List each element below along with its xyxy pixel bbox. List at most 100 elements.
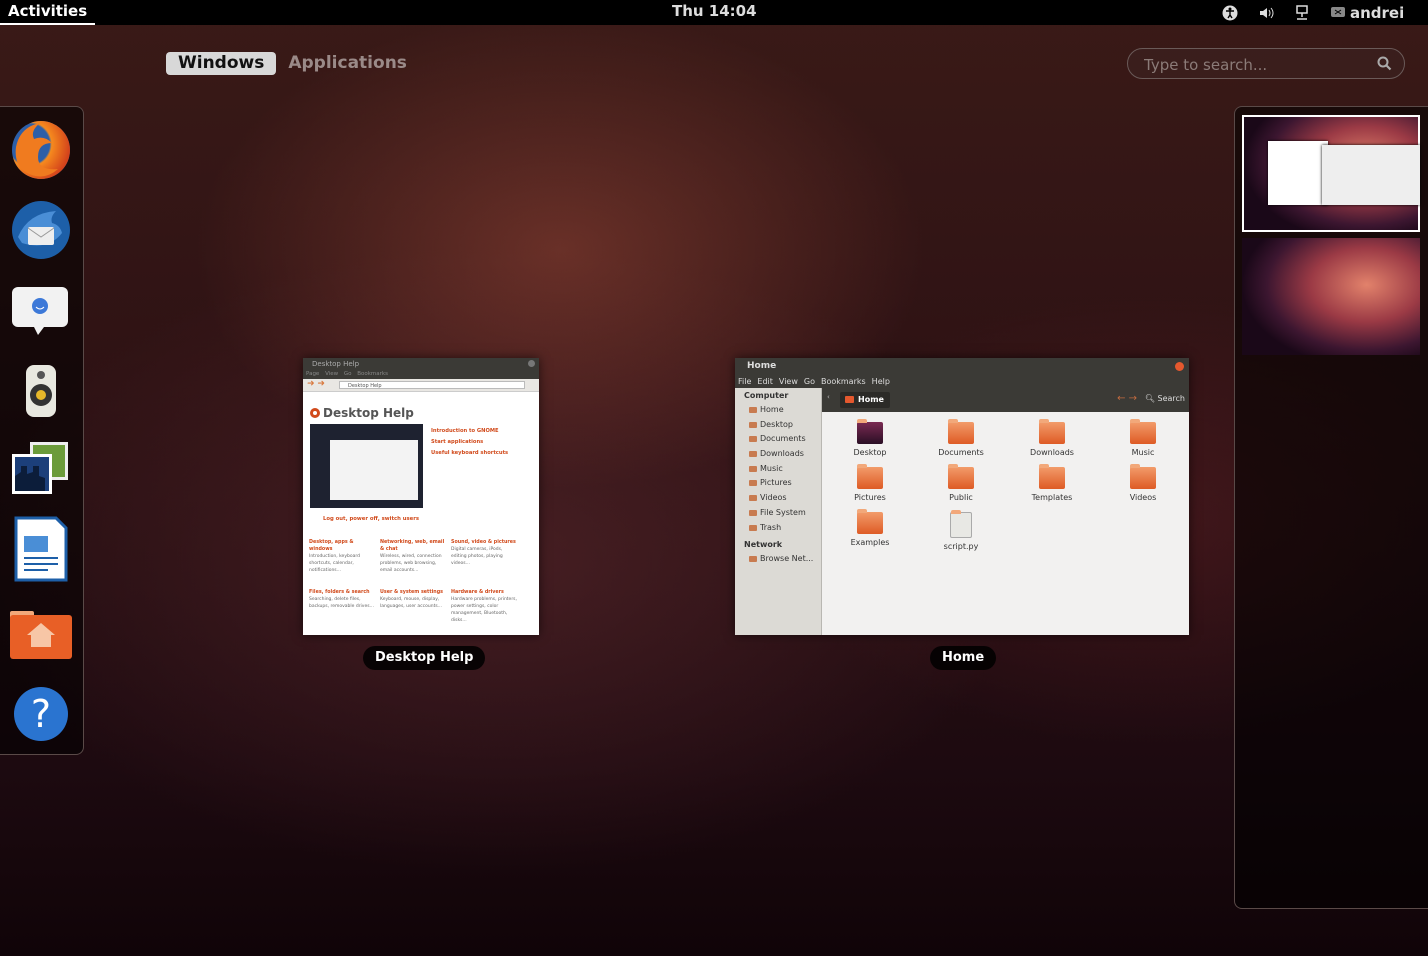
workspace-1[interactable] [1242, 115, 1420, 232]
menu-bar: Page View Go Bookmarks [303, 370, 539, 379]
help-section: User & system settings Keyboard, mouse, d… [380, 590, 443, 609]
folder-icon [857, 509, 883, 534]
sidebar-item: Browse Net... [735, 552, 821, 567]
window-title: Home [747, 361, 777, 371]
shotwell-icon[interactable] [8, 438, 74, 504]
window-caption-home[interactable]: Home [930, 646, 997, 670]
sidebar-item: File System [735, 506, 821, 521]
rhythmbox-icon[interactable] [8, 359, 74, 425]
libreoffice-writer-icon[interactable] [8, 516, 74, 582]
accessibility-icon[interactable] [1222, 5, 1238, 21]
back-forward-icon: ➜ ➜ [307, 379, 325, 389]
menu-item: Help [871, 377, 890, 386]
menu-item: View [778, 377, 798, 386]
sidebar-item: Pictures [735, 476, 821, 491]
sidebar-item: Music [735, 462, 821, 477]
empathy-icon[interactable] [8, 279, 74, 345]
window-title: Desktop Help [312, 360, 360, 368]
sidebar-item: Home [735, 403, 821, 418]
file-item: Music [1103, 419, 1183, 457]
help-section: Networking, web, email & chat Wireless, w… [380, 540, 445, 573]
folder-icon [1039, 419, 1065, 444]
chevron-left-icon: ‹ [827, 393, 830, 401]
file-grid: Desktop Documents Downloads Music Pictur… [822, 412, 1189, 635]
search-box [1127, 48, 1405, 79]
menu-item: Edit [757, 377, 773, 386]
lifebuoy-icon [310, 408, 320, 418]
menu-item: Bookmarks [820, 377, 866, 386]
file-item: Templates [1012, 464, 1092, 502]
help-icon[interactable]: ? [8, 681, 74, 747]
breadcrumb: Home [840, 392, 890, 408]
toolbar: ‹ Home ← → 🔍︎ Search [822, 388, 1189, 412]
clock[interactable]: Thu 14:04 [672, 0, 757, 22]
volume-icon[interactable] [1258, 5, 1274, 21]
thunderbird-icon[interactable] [8, 197, 74, 263]
window-caption-desktop-help[interactable]: Desktop Help [363, 646, 486, 670]
sidebar-item: Videos [735, 491, 821, 506]
workspace-wallpaper [1242, 238, 1420, 355]
svg-text:?: ? [31, 692, 51, 736]
help-link: Log out, power off, switch users [323, 516, 420, 522]
file-item: Desktop [830, 419, 910, 457]
search-icon[interactable] [1377, 56, 1392, 71]
sidebar-header: Computer [744, 391, 789, 400]
workspace-2[interactable] [1242, 238, 1420, 355]
system-tray: andrei [1222, 0, 1404, 25]
close-icon [528, 360, 535, 367]
help-links: Introduction to GNOME Start applications… [431, 426, 508, 459]
folder-icon [857, 464, 883, 489]
menu-bar: File Edit View Go Bookmarks Help [735, 375, 1189, 388]
toolbar: ➜ ➜ Desktop Help [303, 379, 539, 392]
file-item: Examples [830, 509, 910, 547]
location-bar: Desktop Help [339, 381, 525, 389]
help-section: Hardware & drivers Hardware problems, pri… [451, 590, 517, 623]
help-link: Useful keyboard shortcuts [431, 450, 509, 456]
folder-icon [948, 419, 974, 444]
view-selector: Windows Applications [166, 52, 419, 75]
script-file-icon [950, 510, 972, 538]
file-item: Pictures [830, 464, 910, 502]
tab-windows[interactable]: Windows [166, 52, 277, 75]
help-section: Files, folders & search Searching, delete… [309, 590, 374, 609]
search-label: 🔍︎ Search [1144, 394, 1185, 403]
network-icon[interactable] [1294, 4, 1310, 21]
screenshot-image [310, 424, 423, 508]
file-item: Videos [1103, 464, 1183, 502]
page-heading: Desktop Help [323, 406, 414, 420]
help-link: Introduction to GNOME [431, 428, 499, 434]
user-status-icon[interactable] [1330, 5, 1346, 21]
activities-button[interactable]: Activities [0, 0, 96, 25]
file-item: Public [921, 464, 1001, 502]
file-item: Downloads [1012, 419, 1092, 457]
window-home[interactable]: Home File Edit View Go Bookmarks Help Co… [735, 358, 1189, 635]
tab-applications[interactable]: Applications [276, 52, 419, 75]
firefox-icon[interactable] [8, 117, 74, 183]
sidebar-item: Documents [735, 432, 821, 447]
folder-icon [857, 419, 883, 444]
folder-icon [1130, 464, 1156, 489]
window-titlebar: Home [735, 358, 1189, 375]
window-desktop-help[interactable]: Desktop Help Page View Go Bookmarks ➜ ➜ … [303, 358, 539, 635]
sidebar-item: Trash [735, 521, 821, 536]
mini-window-home [1322, 145, 1420, 205]
help-section: Sound, video & pictures Digital cameras, … [451, 540, 516, 566]
sidebar-header: Network [744, 540, 783, 550]
sidebar: Computer Home Desktop Documents Download… [735, 388, 822, 635]
menu-item: Go [803, 377, 815, 386]
home-folder-icon[interactable] [8, 597, 74, 663]
sidebar-item: Desktop [735, 418, 821, 433]
window-titlebar: Desktop Help [303, 358, 539, 370]
file-item: Documents [921, 419, 1001, 457]
mini-window-help [1268, 141, 1328, 205]
search-input[interactable] [1142, 53, 1366, 77]
user-menu[interactable]: andrei [1350, 4, 1404, 22]
sidebar-item: Downloads [735, 447, 821, 462]
folder-icon [948, 464, 974, 489]
help-section: Desktop, apps & windows Introduction, key… [309, 540, 360, 573]
folder-icon [1039, 464, 1065, 489]
close-icon [1175, 362, 1184, 371]
top-bar: Activities Thu 14:04 andrei [0, 0, 1428, 25]
file-item: script.py [921, 510, 1001, 551]
menu-item: File [738, 377, 752, 386]
